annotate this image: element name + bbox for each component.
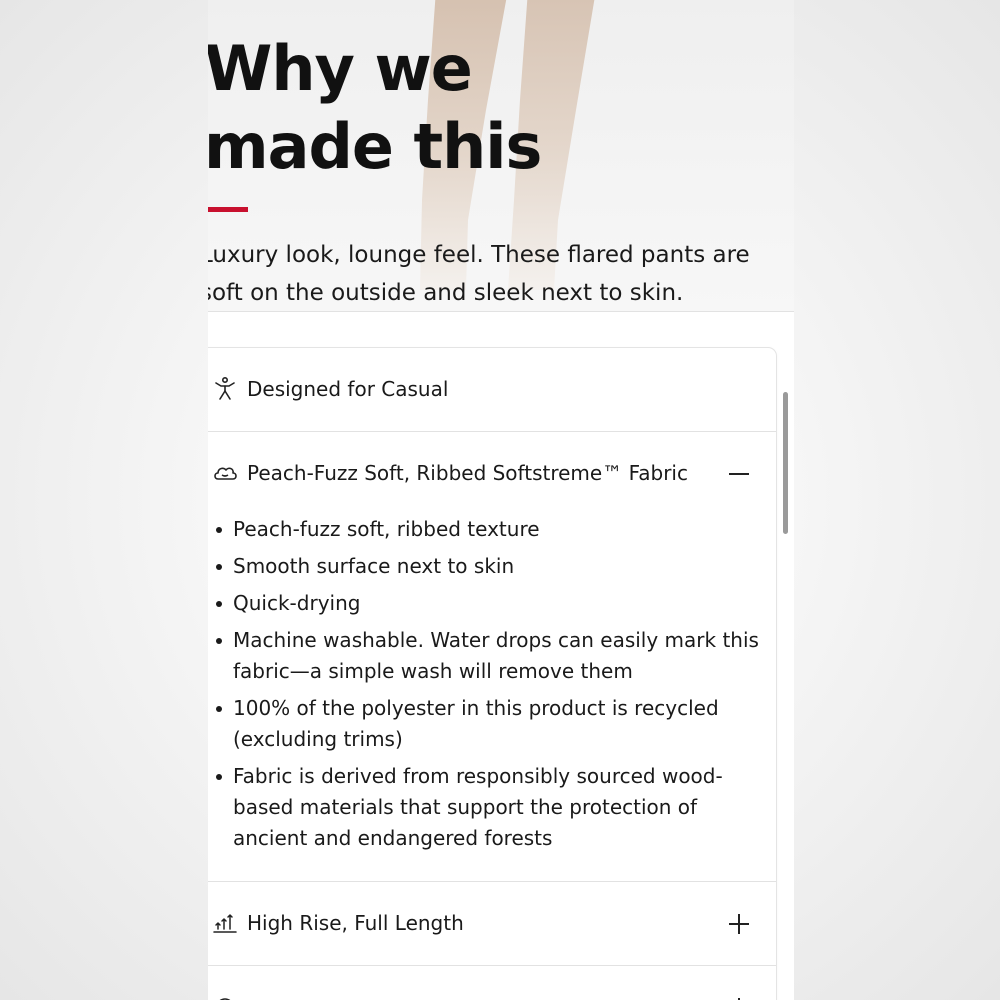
divider	[208, 311, 794, 312]
list-item-text: Peach-fuzz soft, ribbed texture	[233, 517, 540, 541]
title-line-2: made this	[208, 110, 542, 183]
features-accordion: Designed for Casual Peach-Fuzz Soft, Rib…	[208, 348, 776, 1000]
product-details-screen: Why we made this Luxury look, lounge fee…	[208, 0, 794, 1000]
accordion-item-designed-for-casual[interactable]: Designed for Casual	[208, 348, 776, 432]
list-item-text: Fabric is derived from responsibly sourc…	[233, 764, 723, 850]
list-item-text: 100% of the polyester in this product is…	[233, 696, 719, 751]
list-item: 100% of the polyester in this product is…	[208, 693, 768, 755]
fabric-details-list: Peach-fuzz soft, ribbed texture Smooth s…	[208, 514, 768, 860]
accordion-label: High Rise, Full Length	[247, 911, 464, 935]
why-we-made-this-section: Why we made this Luxury look, lounge fee…	[208, 0, 794, 312]
list-item-text: Smooth surface next to skin	[233, 554, 515, 578]
list-item-text: Quick-drying	[233, 591, 361, 615]
bullet-icon	[216, 564, 222, 570]
accent-rule	[208, 207, 248, 212]
bullet-icon	[216, 638, 222, 644]
minus-icon[interactable]	[726, 461, 752, 487]
plus-icon[interactable]	[726, 995, 752, 1000]
accordion-item-fabric[interactable]: Peach-Fuzz Soft, Ribbed Softstreme™ Fabr…	[208, 432, 776, 516]
accordion-label: Peach-Fuzz Soft, Ribbed Softstreme™ Fabr…	[247, 461, 688, 485]
description-line-2: soft on the outside and sleek next to sk…	[208, 280, 684, 306]
list-item: Peach-fuzz soft, ribbed texture	[208, 514, 768, 545]
list-item-text: Machine washable. Water drops can easily…	[233, 628, 759, 683]
accordion-item-next[interactable]	[208, 966, 776, 1000]
bullet-icon	[216, 774, 222, 780]
list-item: Fabric is derived from responsibly sourc…	[208, 761, 768, 854]
bullet-icon	[216, 527, 222, 533]
title-line-1: Why we	[208, 32, 473, 105]
section-description: Luxury look, lounge feel. These flared p…	[208, 236, 760, 312]
accordion-label: Designed for Casual	[247, 377, 449, 401]
list-item: Machine washable. Water drops can easily…	[208, 625, 768, 687]
plus-icon[interactable]	[726, 911, 752, 937]
bullet-icon	[216, 601, 222, 607]
description-line-1: Luxury look, lounge feel. These flared p…	[208, 242, 750, 268]
bullet-icon	[216, 706, 222, 712]
circle-icon	[219, 998, 231, 1000]
section-title: Why we made this	[208, 30, 542, 186]
rise-arrows-icon	[213, 913, 237, 933]
list-item: Quick-drying	[208, 588, 768, 619]
scrollbar[interactable]	[783, 392, 788, 534]
list-item: Smooth surface next to skin	[208, 551, 768, 582]
cloud-icon	[214, 467, 237, 480]
accordion-item-high-rise[interactable]: High Rise, Full Length	[208, 882, 776, 966]
person-activity-icon	[215, 376, 235, 400]
